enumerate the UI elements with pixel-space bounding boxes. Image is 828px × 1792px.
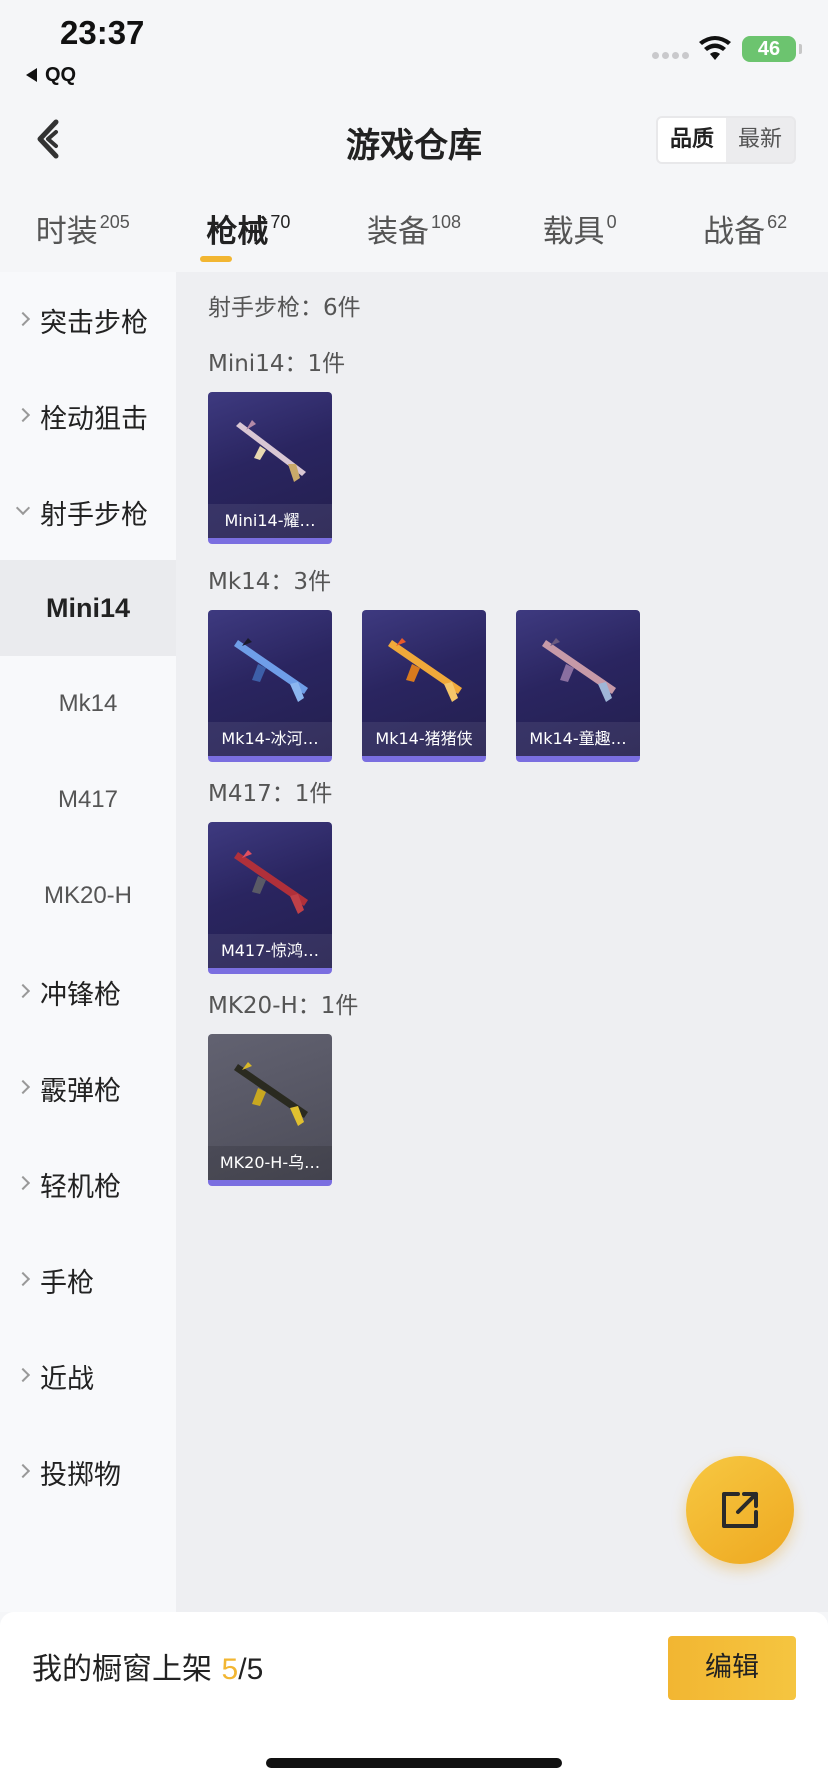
group-title-mk14: Mk14：3件 bbox=[208, 569, 332, 595]
status-time: 23:37 bbox=[60, 14, 145, 51]
sidebar-item-pistol[interactable]: 手枪 bbox=[0, 1232, 176, 1328]
sidebar-item-label: 栓动狙击 bbox=[40, 403, 148, 435]
weapon-card-label: M417-惊鸿… bbox=[208, 934, 332, 968]
wifi-icon bbox=[699, 36, 731, 60]
weapon-card-label: Mk14-冰河… bbox=[208, 722, 332, 756]
weapon-card-label: Mk14-童趣… bbox=[516, 722, 640, 756]
chevron-right-icon bbox=[15, 1367, 31, 1383]
showcase-bottom-bar: 我的橱窗上架 5/5 编辑 bbox=[0, 1612, 828, 1792]
showcase-count: 5 bbox=[221, 1653, 239, 1686]
sidebar-sub-mk20h[interactable]: MK20-H bbox=[0, 848, 176, 944]
group-title-mk20h: MK20-H：1件 bbox=[208, 993, 359, 1019]
sidebar-sub-mk14[interactable]: Mk14 bbox=[0, 656, 176, 752]
battery-level: 46 bbox=[757, 38, 781, 60]
warehouse-page: 23:37 QQ 46 游戏仓库 品质 最新 时装 205 枪械 70 装备 1… bbox=[0, 0, 828, 1792]
showcase-total: /5 bbox=[238, 1653, 264, 1686]
chevron-right-icon bbox=[15, 983, 31, 999]
sidebar-item-label: 射手步枪 bbox=[40, 499, 148, 531]
tab-count: 62 bbox=[767, 212, 788, 232]
tab-equipment[interactable]: 装备 108 bbox=[331, 190, 497, 270]
weapon-card[interactable]: Mk14-猪猪侠 bbox=[362, 610, 486, 762]
tab-fashion[interactable]: 时装 205 bbox=[0, 190, 166, 270]
chevron-right-icon bbox=[15, 1079, 31, 1095]
tab-count: 70 bbox=[270, 212, 291, 232]
chevron-right-icon bbox=[15, 1271, 31, 1287]
sidebar-item-label: 近战 bbox=[40, 1363, 94, 1395]
sidebar-item-shotgun[interactable]: 霰弹枪 bbox=[0, 1040, 176, 1136]
sidebar-item-label: 霰弹枪 bbox=[40, 1075, 121, 1107]
chevron-down-icon bbox=[15, 500, 31, 516]
sort-newest-button[interactable]: 最新 bbox=[726, 118, 794, 162]
weapon-card[interactable]: MK20-H-乌… bbox=[208, 1034, 332, 1186]
tab-count: 108 bbox=[430, 212, 461, 232]
weapon-content: 射手步枪：6件 Mini14：1件 Mini14-耀… Mk14：3件 Mk14… bbox=[176, 272, 828, 1612]
showcase-label: 我的橱窗上架 bbox=[32, 1652, 212, 1687]
sidebar-sub-mini14[interactable]: Mini14 bbox=[0, 560, 176, 656]
chevron-right-icon bbox=[15, 311, 31, 327]
share-fab-button[interactable] bbox=[686, 1456, 794, 1564]
weapon-card-label: Mini14-耀… bbox=[208, 504, 332, 538]
category-tabs: 时装 205 枪械 70 装备 108 载具 0 战备 62 bbox=[0, 190, 828, 270]
tab-vehicles[interactable]: 载具 0 bbox=[497, 190, 663, 270]
edit-button[interactable]: 编辑 bbox=[668, 1636, 796, 1700]
sidebar-item-melee[interactable]: 近战 bbox=[0, 1328, 176, 1424]
tab-supplies[interactable]: 战备 62 bbox=[662, 190, 828, 270]
group-title-m417: M417：1件 bbox=[208, 781, 333, 807]
rifle-icon bbox=[234, 850, 308, 914]
sidebar-item-label: 手枪 bbox=[40, 1267, 94, 1299]
weapon-card[interactable]: M417-惊鸿… bbox=[208, 822, 332, 974]
chevron-right-icon bbox=[15, 407, 31, 423]
sidebar-item-bolt-sniper[interactable]: 栓动狙击 bbox=[0, 368, 176, 464]
battery-icon: 46 bbox=[742, 36, 802, 62]
back-to-app-link[interactable]: QQ bbox=[26, 64, 76, 87]
tab-label: 战备 bbox=[703, 214, 766, 250]
home-indicator[interactable] bbox=[266, 1758, 562, 1768]
status-bar: 23:37 QQ 46 bbox=[0, 0, 828, 96]
header: 游戏仓库 品质 最新 bbox=[0, 96, 828, 186]
weapon-card-label: Mk14-猪猪侠 bbox=[362, 722, 486, 756]
group-title-mini14: Mini14：1件 bbox=[208, 351, 346, 377]
rifle-icon bbox=[542, 638, 616, 702]
sidebar-item-lmg[interactable]: 轻机枪 bbox=[0, 1136, 176, 1232]
tab-label: 装备 bbox=[366, 214, 429, 250]
sidebar-item-label: 投掷物 bbox=[40, 1459, 121, 1491]
signal-icon bbox=[652, 52, 690, 60]
chevron-right-icon bbox=[15, 1463, 31, 1479]
weapon-card[interactable]: Mini14-耀… bbox=[208, 392, 332, 544]
sidebar-item-label: 冲锋枪 bbox=[40, 979, 121, 1011]
tab-firearms[interactable]: 枪械 70 bbox=[166, 190, 332, 270]
active-tab-indicator bbox=[200, 256, 233, 262]
sidebar-item-throwable[interactable]: 投掷物 bbox=[0, 1424, 176, 1520]
tab-label: 枪械 bbox=[206, 214, 269, 250]
category-summary: 射手步枪：6件 bbox=[208, 295, 361, 321]
share-icon bbox=[722, 1492, 758, 1528]
back-triangle-icon bbox=[26, 68, 37, 82]
tab-count: 0 bbox=[606, 212, 617, 232]
tab-label: 载具 bbox=[542, 214, 605, 250]
weapon-card-label: MK20-H-乌… bbox=[208, 1146, 332, 1180]
rifle-icon bbox=[234, 638, 308, 702]
sidebar-sub-m417[interactable]: M417 bbox=[0, 752, 176, 848]
weapon-type-sidebar: 突击步枪 栓动狙击 射手步枪 Mini14 Mk14 M417 MK20-H 冲… bbox=[0, 272, 176, 1612]
sidebar-item-marksman-rifle[interactable]: 射手步枪 bbox=[0, 464, 176, 560]
tab-count: 205 bbox=[99, 212, 130, 232]
rifle-icon bbox=[388, 638, 462, 702]
chevron-right-icon bbox=[15, 1175, 31, 1191]
back-app-label: QQ bbox=[45, 64, 77, 86]
sidebar-item-smg[interactable]: 冲锋枪 bbox=[0, 944, 176, 1040]
rifle-icon bbox=[234, 1062, 308, 1126]
rifle-icon bbox=[236, 420, 306, 482]
sidebar-item-label: 突击步枪 bbox=[40, 307, 148, 339]
sidebar-item-assault-rifle[interactable]: 突击步枪 bbox=[0, 272, 176, 368]
sort-quality-button[interactable]: 品质 bbox=[658, 118, 726, 162]
sort-toggle: 品质 最新 bbox=[656, 116, 796, 164]
weapon-card[interactable]: Mk14-童趣… bbox=[516, 610, 640, 762]
showcase-status: 我的橱窗上架 5/5 bbox=[32, 1644, 263, 1688]
weapon-card[interactable]: Mk14-冰河… bbox=[208, 610, 332, 762]
tab-label: 时装 bbox=[35, 214, 98, 250]
sidebar-item-label: 轻机枪 bbox=[40, 1171, 121, 1203]
